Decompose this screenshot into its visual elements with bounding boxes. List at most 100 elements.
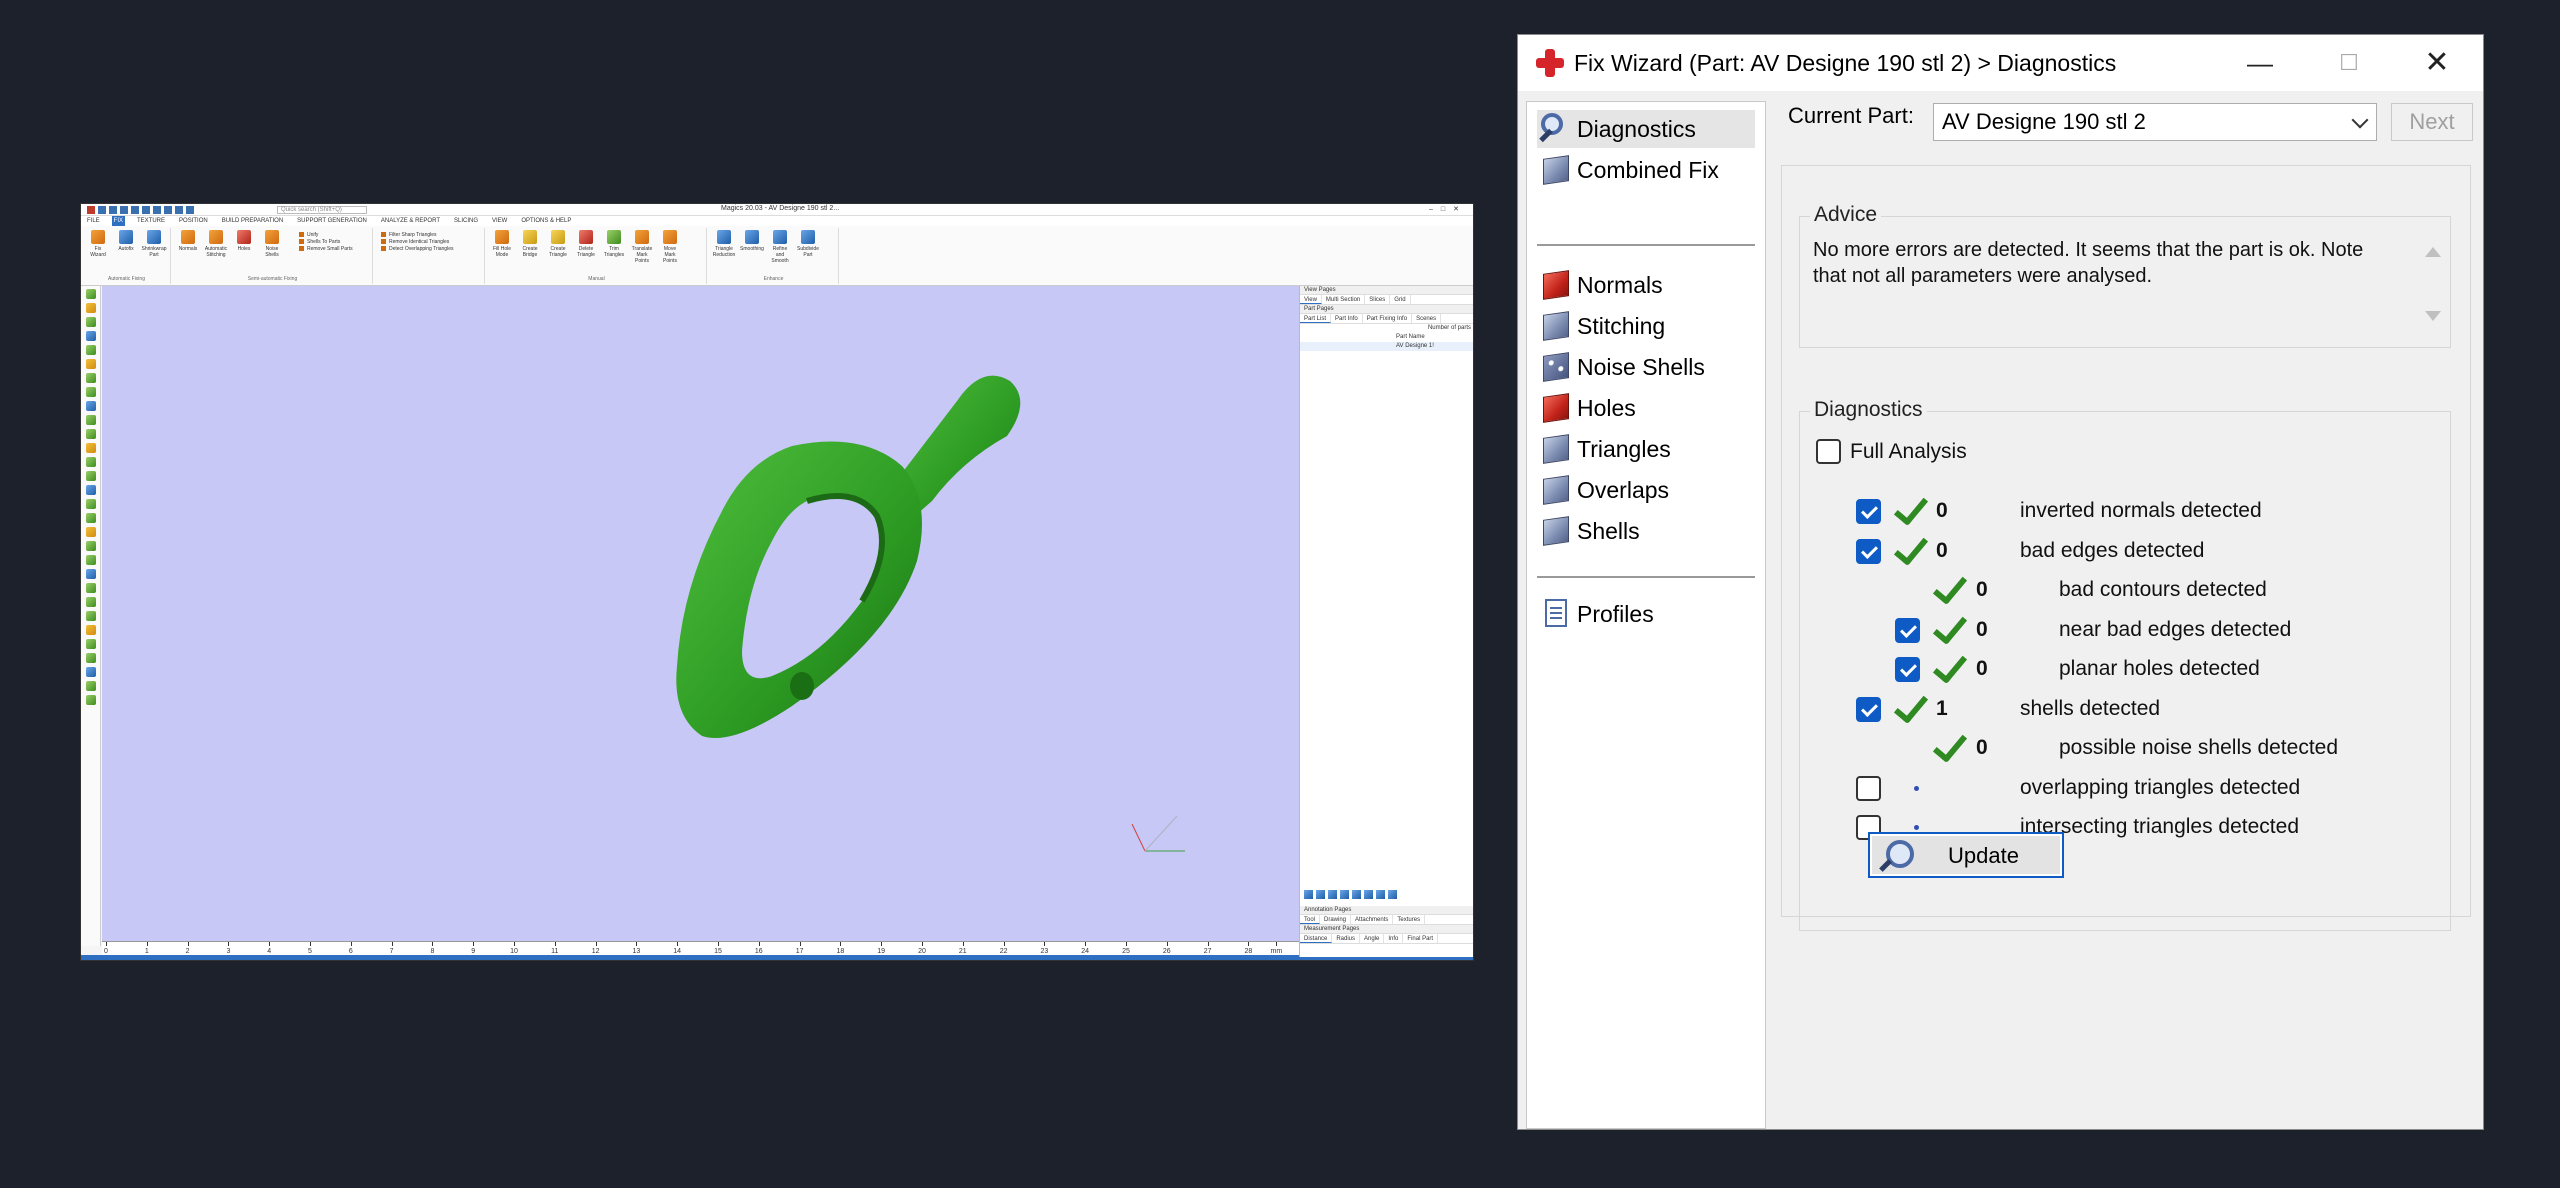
tool-icon[interactable] <box>86 415 96 425</box>
nav-item-normals[interactable]: Normals <box>1537 266 1663 304</box>
export-icon[interactable] <box>142 206 150 214</box>
tool-icon[interactable] <box>86 471 96 481</box>
maximize-button[interactable]: ☐ <box>2329 43 2369 83</box>
inverted-normals-checkbox[interactable] <box>1856 499 1881 524</box>
nav-item-combined-fix[interactable]: Combined Fix <box>1537 151 1719 189</box>
tab-final-part[interactable]: Final Part <box>1403 934 1439 943</box>
tool-icon[interactable] <box>1364 890 1373 899</box>
overlapping-triangles-checkbox[interactable] <box>1856 776 1881 801</box>
tab-part-list[interactable]: Part List <box>1300 314 1332 323</box>
tool-icon[interactable] <box>86 345 96 355</box>
view-pages-header[interactable]: View Pages <box>1300 286 1473 295</box>
tool-icon[interactable] <box>1352 890 1361 899</box>
nav-item-profiles[interactable]: Profiles <box>1537 595 1654 633</box>
tool-icon[interactable] <box>86 387 96 397</box>
tool-icon[interactable] <box>86 443 96 453</box>
tool-icon[interactable] <box>86 569 96 579</box>
move-mark-points-button[interactable]: Move Mark Points <box>659 230 681 264</box>
ribbon-tab[interactable]: FILE <box>85 216 102 226</box>
tab-distance[interactable]: Distance <box>1300 934 1333 943</box>
ribbon-tab[interactable]: OPTIONS & HELP <box>519 216 573 226</box>
tab-view[interactable]: View <box>1300 295 1322 304</box>
next-button[interactable]: Next <box>2391 103 2473 141</box>
ribbon-tab[interactable]: TEXTURE <box>135 216 167 226</box>
tab-part-info[interactable]: Part Info <box>1331 314 1363 323</box>
nav-item-noise-shells[interactable]: Noise Shells <box>1537 348 1705 386</box>
fix-wizard-button[interactable]: Fix Wizard <box>87 230 109 258</box>
scroll-down-icon[interactable] <box>2425 311 2441 321</box>
nav-item-diagnostics[interactable]: Diagnostics <box>1537 110 1755 148</box>
update-button[interactable]: Update <box>1868 832 2064 878</box>
tab-scenes[interactable]: Scenes <box>1412 314 1442 323</box>
quick-access-toolbar[interactable] <box>87 206 194 214</box>
planar-holes-checkbox[interactable] <box>1895 657 1920 682</box>
ribbon-tab[interactable]: SUPPORT GENERATION <box>295 216 369 226</box>
trim-triangles-button[interactable]: Trim Triangles <box>603 230 625 264</box>
tab-attachments[interactable]: Attachments <box>1351 915 1394 924</box>
part-list-row[interactable]: AV Designe 1! <box>1300 342 1473 351</box>
tool-icon[interactable] <box>86 597 96 607</box>
magics-window-controls[interactable]: –□✕ <box>1429 205 1467 213</box>
nav-item-shells[interactable]: Shells <box>1537 512 1640 550</box>
tab-part-fixing-info[interactable]: Part Fixing Info <box>1363 314 1413 323</box>
nav-item-stitching[interactable]: Stitching <box>1537 307 1665 345</box>
nav-item-holes[interactable]: Holes <box>1537 389 1636 427</box>
refine-smooth-button[interactable]: Refine and Smooth <box>769 230 791 264</box>
open-icon[interactable] <box>109 206 117 214</box>
tool-icon[interactable] <box>86 695 96 705</box>
tool-icon[interactable] <box>86 373 96 383</box>
tool-icon[interactable] <box>86 457 96 467</box>
holes-button[interactable]: Holes <box>233 230 255 258</box>
delete-triangle-button[interactable]: Delete Triangle <box>575 230 597 264</box>
tab-radius[interactable]: Radius <box>1332 934 1361 943</box>
shrinkwrap-button[interactable]: Shrinkwrap Part <box>142 230 167 258</box>
tool-icon[interactable] <box>86 583 96 593</box>
normals-button[interactable]: Normals <box>177 230 199 258</box>
tab-info[interactable]: Info <box>1384 934 1404 943</box>
ribbon-tab[interactable]: BUILD PREPARATION <box>220 216 285 226</box>
advice-scrollbar[interactable] <box>2418 239 2446 329</box>
part-pages-header[interactable]: Part Pages <box>1300 305 1473 314</box>
ribbon-tab[interactable]: ANALYZE & REPORT <box>379 216 442 226</box>
tab-drawing[interactable]: Drawing <box>1320 915 1352 924</box>
tool-icon[interactable] <box>86 611 96 621</box>
tool-icon[interactable] <box>86 331 96 341</box>
new-icon[interactable] <box>98 206 106 214</box>
tool-icon[interactable] <box>86 681 96 691</box>
tool-icon[interactable] <box>86 359 96 369</box>
smoothing-button[interactable]: Smoothing <box>740 230 764 264</box>
tab-slices[interactable]: Slices <box>1365 295 1391 304</box>
tool-icon[interactable] <box>86 667 96 677</box>
tab-tool[interactable]: Tool <box>1300 915 1321 924</box>
tool-icon[interactable] <box>86 653 96 663</box>
print-icon[interactable] <box>153 206 161 214</box>
tool-icon[interactable] <box>86 513 96 523</box>
tab-textures[interactable]: Textures <box>1393 915 1426 924</box>
create-triangle-button[interactable]: Create Triangle <box>547 230 569 264</box>
full-analysis-checkbox[interactable] <box>1816 439 1841 464</box>
3d-viewport[interactable] <box>102 286 1299 941</box>
tool-icon[interactable] <box>86 527 96 537</box>
tool-icon[interactable] <box>86 499 96 509</box>
tab-angle[interactable]: Angle <box>1360 934 1385 943</box>
autofix-button[interactable]: Autofix <box>115 230 137 258</box>
tab-multi-section[interactable]: Multi Section <box>1322 295 1366 304</box>
tab-grid[interactable]: Grid <box>1390 295 1411 304</box>
subdivide-part-button[interactable]: Subdivide Part <box>797 230 819 264</box>
tool-icon[interactable] <box>86 429 96 439</box>
close-button[interactable]: ✕ <box>2417 43 2457 83</box>
annotation-pages-header[interactable]: Annotation Pages <box>1300 906 1473 915</box>
tool-icon[interactable] <box>86 555 96 565</box>
ribbon-tab[interactable]: FIX <box>111 216 126 226</box>
save-icon[interactable] <box>120 206 128 214</box>
shells-checkbox[interactable] <box>1856 697 1881 722</box>
ribbon-tab[interactable]: VIEW <box>490 216 509 226</box>
quick-search-input[interactable]: Quick search (Shift+Q) <box>277 206 367 214</box>
tool-icon[interactable] <box>86 401 96 411</box>
scroll-up-icon[interactable] <box>2425 247 2441 257</box>
semi-auto-list[interactable]: Unify Shells To Parts Remove Small Parts <box>299 232 353 253</box>
app-logo-icon[interactable] <box>87 206 95 214</box>
triangle-reduction-button[interactable]: Triangle Reduction <box>713 230 735 264</box>
import-icon[interactable] <box>131 206 139 214</box>
minimize-button[interactable]: — <box>2240 43 2280 83</box>
